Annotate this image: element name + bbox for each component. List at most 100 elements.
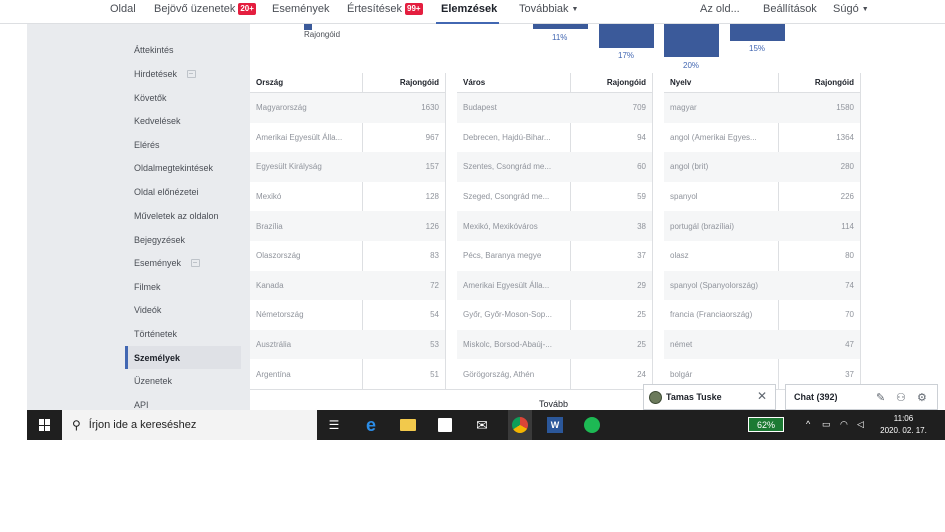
- table-cell-count: 709: [632, 103, 646, 113]
- sidebar-item-label: Elérés: [134, 139, 160, 150]
- store-icon[interactable]: [436, 416, 454, 434]
- sidebar-item-films[interactable]: Filmek: [125, 275, 241, 298]
- table-cell-name: Kanada: [256, 280, 284, 290]
- sidebar-item-actions[interactable]: Műveletek az oldalon: [125, 204, 241, 227]
- table-cell-name: Debrecen, Hajdú-Bihar...: [463, 132, 551, 142]
- sidebar-item-people[interactable]: Személyek: [125, 346, 241, 369]
- sidebar-item-followers[interactable]: Követők: [125, 86, 241, 109]
- nav-label: Oldal: [110, 3, 136, 15]
- table-cell-count: 1364: [836, 132, 854, 142]
- table-cell-name: olasz: [670, 251, 689, 261]
- word-icon[interactable]: W: [546, 416, 564, 434]
- clock-date: 2020. 02. 17.: [880, 426, 927, 435]
- chevron-up-icon[interactable]: ^: [806, 419, 810, 429]
- compose-icon[interactable]: ✎: [876, 391, 885, 404]
- table-cell-count: 24: [637, 369, 646, 379]
- taskbar-search[interactable]: ⚲ Írjon ide a kereséshez: [62, 410, 317, 440]
- legend-label: Rajongóid: [304, 30, 341, 39]
- notifications-badge: 99+: [405, 3, 423, 15]
- nav-more[interactable]: Továbbiak ▼: [519, 3, 578, 15]
- table-cell-name: angol (brit): [670, 162, 709, 172]
- nav-notifications[interactable]: Értesítések 99+: [347, 3, 423, 15]
- table-cell-name: angol (Amerikai Egyes...: [670, 132, 757, 142]
- table-column-header[interactable]: Nyelv: [670, 73, 691, 92]
- chart-bar: [599, 24, 654, 48]
- wifi-icon[interactable]: ◠: [840, 419, 848, 430]
- more-button[interactable]: Tovább: [539, 399, 568, 409]
- chat-main-tab[interactable]: Chat (392): [785, 384, 938, 410]
- chart-bar-label: 20%: [683, 61, 700, 70]
- sidebar-item-label: Események: [134, 257, 182, 268]
- table-column-header[interactable]: Rajongóid: [782, 73, 854, 92]
- chevron-down-icon: ▼: [861, 5, 869, 13]
- table-cell-count: 157: [425, 162, 439, 172]
- nav-oldal[interactable]: Oldal: [110, 3, 136, 15]
- table-column-header[interactable]: Rajongóid: [574, 73, 646, 92]
- table-cell-name: Brazília: [256, 221, 283, 231]
- sidebar-item-label: Kedvelések: [134, 115, 181, 126]
- windows-icon: [39, 419, 51, 431]
- table-cell-count: 226: [840, 192, 854, 202]
- sidebar-item-label: Követők: [134, 92, 167, 103]
- sidebar-item-likes[interactable]: Kedvelések: [125, 109, 241, 132]
- sidebar-item-reach[interactable]: Elérés: [125, 133, 241, 156]
- sidebar-item-page-previews[interactable]: Oldal előnézetei: [125, 180, 241, 203]
- battery-indicator[interactable]: 62%: [748, 417, 784, 432]
- close-icon[interactable]: ✕: [757, 389, 767, 403]
- sidebar-item-posts[interactable]: Bejegyzések: [125, 228, 241, 251]
- table-cell-count: 80: [845, 251, 854, 261]
- sidebar-item-messages[interactable]: Üzenetek: [125, 369, 241, 392]
- sidebar-item-label: Műveletek az oldalon: [134, 210, 219, 221]
- task-view-icon[interactable]: ☰: [325, 416, 343, 434]
- sidebar-item-ads[interactable]: Hirdetések: [125, 62, 241, 85]
- spotify-icon[interactable]: [583, 416, 601, 434]
- mail-icon[interactable]: ✉: [473, 416, 491, 434]
- chat-contact-name: Tamas Tuske: [666, 392, 722, 402]
- sidebar-item-videos[interactable]: Videók: [125, 298, 241, 321]
- sidebar-item-label: Történetek: [134, 328, 178, 339]
- nav-inbox[interactable]: Bejövő üzenetek 20+: [154, 3, 256, 15]
- table-column-header[interactable]: Rajongóid: [366, 73, 439, 92]
- sidebar-item-label: Személyek: [134, 352, 181, 363]
- inbox-badge: 20+: [238, 3, 256, 15]
- nav-label: Az old...: [700, 3, 740, 15]
- external-link-icon: [191, 258, 201, 267]
- clock-time: 11:06: [893, 414, 914, 423]
- people-icon[interactable]: ⚇: [896, 391, 906, 404]
- nav-label: Események: [272, 3, 330, 15]
- table-cell-name: portugál (brazíliai): [670, 221, 735, 231]
- table-cell-name: francia (Franciaország): [670, 310, 753, 320]
- gear-icon[interactable]: ⚙: [917, 391, 927, 404]
- table-column-header[interactable]: Ország: [256, 73, 283, 92]
- table-column-header[interactable]: Város: [463, 73, 485, 92]
- chrome-icon[interactable]: [508, 410, 532, 440]
- sidebar-item-label: Bejegyzések: [134, 234, 186, 245]
- sidebar-item-label: Filmek: [134, 281, 161, 292]
- table-cell-name: Olaszország: [256, 251, 301, 261]
- table-cell-count: 72: [430, 280, 439, 290]
- battery-icon[interactable]: ▭: [822, 419, 831, 430]
- taskbar-clock[interactable]: 11:06 2020. 02. 17.: [876, 413, 931, 437]
- table-cell-count: 54: [430, 310, 439, 320]
- table-cell-count: 1630: [421, 103, 439, 113]
- table-cell-name: német: [670, 340, 693, 350]
- sidebar-item-events[interactable]: Események: [125, 251, 241, 274]
- sidebar-item-stories[interactable]: Történetek: [125, 322, 241, 345]
- sidebar-item-page-views[interactable]: Oldalmegtekintések: [125, 156, 241, 179]
- table-cell-name: Budapest: [463, 103, 497, 113]
- nav-events[interactable]: Események: [272, 3, 329, 15]
- nav-settings[interactable]: Beállítások: [763, 3, 817, 15]
- table-cell-count: 37: [637, 251, 646, 261]
- nav-help[interactable]: Súgó ▼: [833, 3, 869, 15]
- table-cell-name: magyar: [670, 103, 697, 113]
- nav-insights[interactable]: Elemzések: [441, 3, 497, 15]
- speaker-icon[interactable]: ◁: [857, 419, 864, 430]
- edge-icon[interactable]: e: [362, 415, 380, 435]
- chart-bar-label: 11%: [552, 33, 568, 42]
- nav-page-link[interactable]: Az old...: [700, 3, 740, 15]
- top-navigation: Oldal Bejövő üzenetek 20+ Események Értes…: [0, 0, 945, 25]
- sidebar-item-label: API: [134, 399, 149, 410]
- sidebar-item-overview[interactable]: Áttekintés: [125, 38, 241, 61]
- file-explorer-icon[interactable]: [399, 416, 417, 434]
- table-cell-name: Amerikai Egyesült Álla...: [463, 280, 550, 290]
